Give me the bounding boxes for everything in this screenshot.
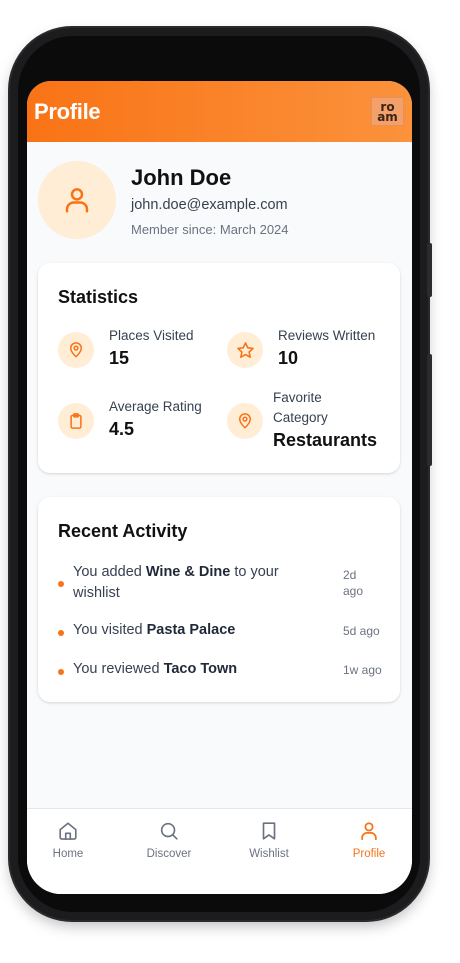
clipboard-icon: [70, 413, 82, 429]
volume-button: [427, 243, 432, 297]
logo-text-bottom: am: [377, 109, 398, 124]
nav-icon-wrapper: [158, 820, 180, 842]
nav-item-home[interactable]: Home: [28, 809, 108, 879]
activity-time: 1w ago: [343, 663, 382, 677]
statistics-card: Statistics Places Visited 15 Reviews Wri…: [38, 263, 400, 473]
activity-suffix: to your: [230, 564, 279, 580]
user-email: john.doe@example.com: [131, 197, 288, 213]
avatar[interactable]: [38, 161, 116, 239]
bookmark-icon: [262, 822, 276, 840]
activity-time: 2d ago: [343, 567, 363, 599]
stat-value: 10: [278, 348, 299, 368]
roam-logo[interactable]: ro am: [371, 97, 404, 126]
star-icon: [236, 341, 254, 358]
nav-item-discover[interactable]: Discover: [129, 809, 209, 879]
bullet-dot: [58, 581, 64, 587]
stat-value: 15: [109, 348, 130, 368]
stat-icon-wrapper: [58, 403, 94, 439]
nav-icon-wrapper: [57, 820, 79, 842]
activity-place: Taco Town: [163, 661, 238, 677]
recent-activity-title: Recent Activity: [58, 521, 188, 541]
activity-suffix-line-2: wishlist: [73, 585, 120, 601]
member-since: Member since: March 2024: [131, 222, 289, 237]
nav-label: Wishlist: [249, 848, 289, 860]
recent-activity-card: Recent Activity You added Wine & Dine to…: [38, 497, 400, 702]
page-title: Profile: [34, 99, 101, 124]
bullet-dot: [58, 669, 64, 675]
activity-prefix: You reviewed: [73, 661, 164, 677]
stat-icon-wrapper: [58, 332, 94, 368]
nav-label: Home: [52, 848, 84, 860]
stat-icon-wrapper: [227, 403, 263, 439]
nav-label: Profile: [352, 848, 386, 860]
nav-item-wishlist[interactable]: Wishlist: [229, 809, 309, 879]
activity-place: Pasta Palace: [146, 622, 236, 638]
search-icon: [160, 822, 178, 840]
bullet-dot: [58, 630, 64, 636]
activity-place: Wine & Dine: [145, 564, 231, 580]
home-icon: [59, 822, 77, 840]
activity-text: You visited Pasta Palace: [73, 620, 235, 641]
nav-icon-wrapper: [358, 820, 380, 842]
power-button: [427, 354, 432, 466]
stat-label: Reviews Written: [278, 328, 376, 343]
stat-label-line-1: Favorite: [273, 390, 322, 405]
user-icon: [361, 822, 377, 841]
stat-label-line-2: Category: [273, 410, 328, 425]
nav-label: Discover: [146, 848, 192, 860]
app-screen: Profile ro am John Doe john.doe@example.…: [27, 81, 412, 894]
stat-icon-wrapper: [227, 332, 263, 368]
stat-label: Places Visited: [109, 328, 194, 343]
activity-time: 5d ago: [343, 624, 380, 638]
nav-item-profile[interactable]: Profile: [329, 809, 409, 879]
map-pin-icon: [239, 413, 251, 429]
activity-time-line-1: 2d: [343, 568, 357, 582]
bottom-navigation: Home Discover Wishlist Profile: [27, 808, 412, 894]
activity-time-line-2: ago: [343, 584, 364, 598]
nav-icon-wrapper: [258, 820, 280, 842]
user-name: John Doe: [131, 165, 232, 190]
activity-text: You added Wine & Dine to your wishlist: [73, 562, 279, 604]
statistics-title: Statistics: [58, 287, 139, 307]
stat-label: Average Rating: [109, 399, 202, 414]
app-header: Profile ro am: [27, 81, 412, 142]
activity-text: You reviewed Taco Town: [73, 659, 237, 680]
map-pin-icon: [70, 342, 82, 358]
activity-prefix: You added: [73, 564, 146, 580]
activity-prefix: You visited: [73, 622, 147, 638]
user-icon: [65, 188, 89, 213]
stat-value: Restaurants: [273, 430, 378, 450]
stat-value: 4.5: [109, 419, 135, 439]
